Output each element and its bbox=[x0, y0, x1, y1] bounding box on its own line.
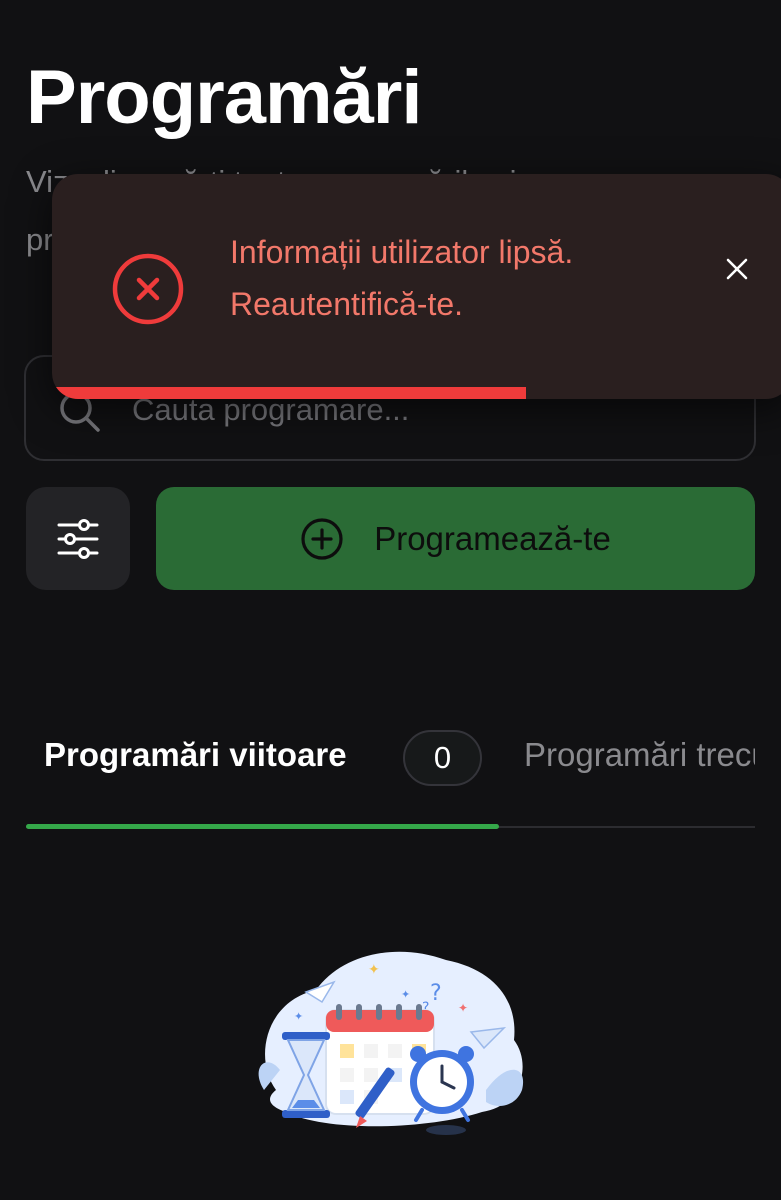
error-circle-icon bbox=[112, 253, 184, 325]
svg-text:?: ? bbox=[430, 981, 442, 1006]
toast-line-2: Reautentifică-te. bbox=[230, 286, 464, 322]
svg-text:✦: ✦ bbox=[368, 962, 380, 978]
toast-progress-bar bbox=[52, 387, 526, 399]
close-icon bbox=[726, 258, 748, 280]
error-toast: Informații utilizator lipsă. Reautentifi… bbox=[52, 174, 781, 399]
empty-state-illustration: ✦ ✦ ✦ ✦ ? ? bbox=[258, 951, 524, 1135]
page-title: Programări bbox=[26, 55, 422, 140]
svg-text:✦: ✦ bbox=[294, 1010, 303, 1023]
svg-text:✦: ✦ bbox=[458, 1001, 468, 1015]
appointments-tabs: Programări viitoare 0 Programări trecute bbox=[26, 720, 755, 830]
upcoming-count-badge: 0 bbox=[403, 730, 482, 786]
active-tab-indicator bbox=[26, 824, 499, 829]
filter-button[interactable] bbox=[26, 487, 130, 590]
svg-text:✦: ✦ bbox=[401, 988, 410, 1001]
toast-line-1: Informații utilizator lipsă. bbox=[230, 234, 574, 270]
book-appointment-button[interactable]: Programează-te bbox=[156, 487, 755, 590]
toast-progress-track bbox=[52, 387, 781, 399]
toast-message: Informații utilizator lipsă. Reautentifi… bbox=[230, 226, 690, 330]
toast-close-button[interactable] bbox=[720, 252, 754, 286]
book-button-label: Programează-te bbox=[374, 519, 611, 557]
sliders-icon bbox=[57, 519, 99, 559]
plus-circle-icon bbox=[301, 517, 343, 560]
tab-past[interactable]: Programări trecute bbox=[524, 736, 755, 774]
tab-upcoming[interactable]: Programări viitoare bbox=[44, 736, 347, 774]
